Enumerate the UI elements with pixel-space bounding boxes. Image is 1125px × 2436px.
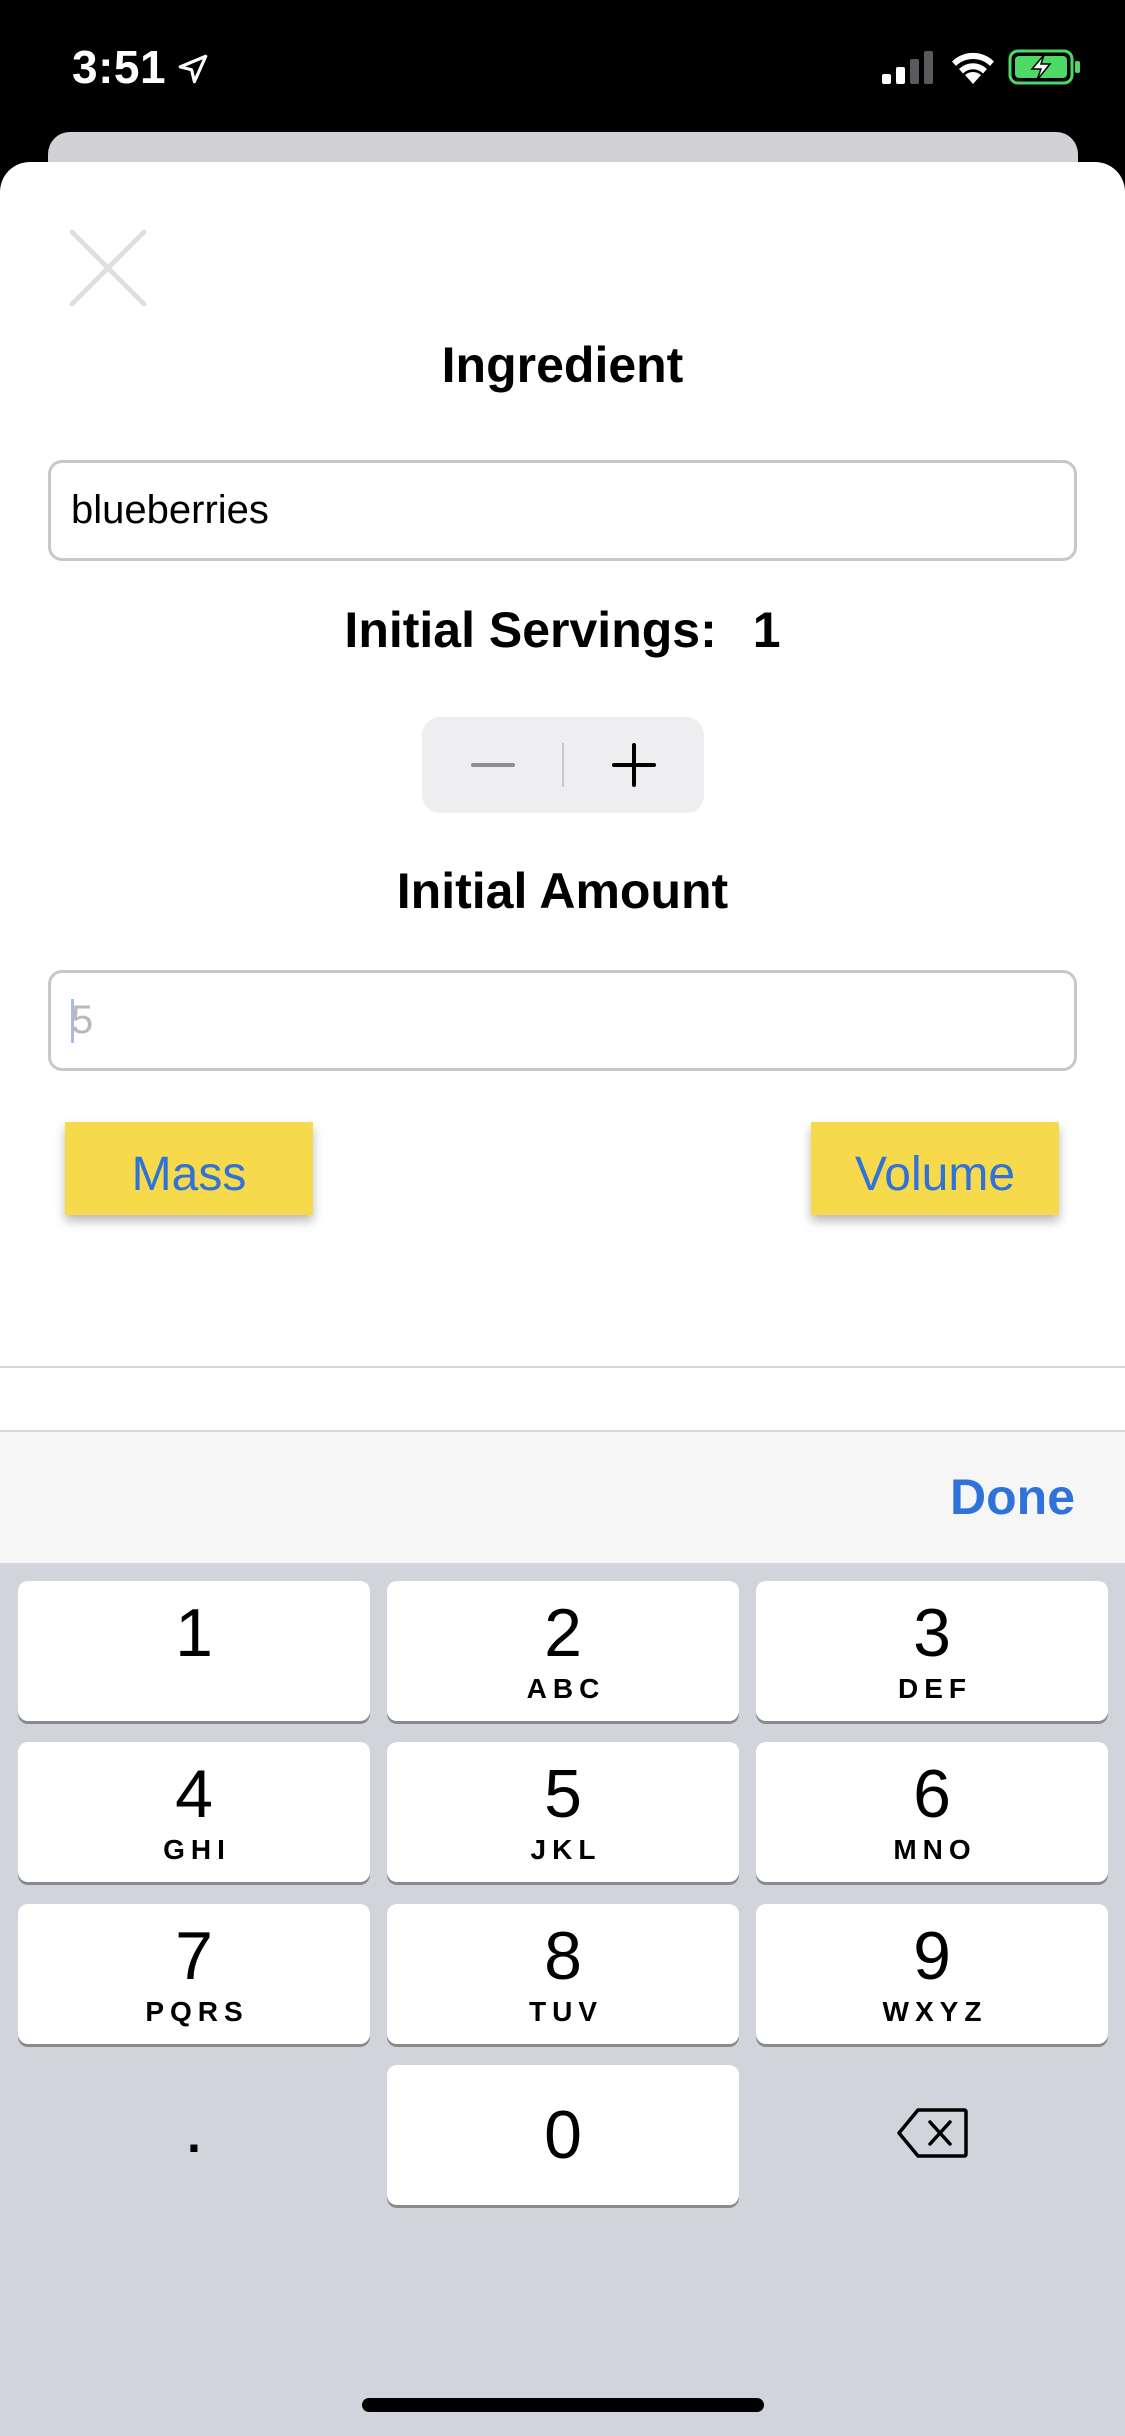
key-7[interactable]: 7 PQRS <box>18 1904 370 2044</box>
key-digit: 2 <box>544 1595 582 1671</box>
location-arrow-icon <box>178 54 208 84</box>
backspace-icon <box>897 2108 968 2158</box>
servings-label: Initial Servings: <box>344 602 717 658</box>
volume-button[interactable]: Volume <box>811 1122 1059 1215</box>
key-6[interactable]: 6 MNO <box>756 1742 1108 1882</box>
number-pad: 1 2 ABC 3 DEF 4 GHI 5 JKL 6 MNO 7 PQRS 8 <box>0 1563 1125 2436</box>
key-digit: 6 <box>913 1756 951 1832</box>
key-digit: 3 <box>913 1595 951 1671</box>
servings-stepper <box>422 717 704 813</box>
key-4[interactable]: 4 GHI <box>18 1742 370 1882</box>
ingredient-value: blueberries <box>71 488 269 532</box>
servings-value: 1 <box>752 602 781 658</box>
stepper-divider <box>562 743 564 787</box>
done-button[interactable]: Done <box>950 1468 1075 1526</box>
key-3[interactable]: 3 DEF <box>756 1581 1108 1721</box>
ingredient-field[interactable]: blueberries <box>48 460 1077 561</box>
key-digit: 4 <box>175 1756 213 1832</box>
key-digit: 9 <box>913 1918 951 1994</box>
key-8[interactable]: 8 TUV <box>387 1904 739 2044</box>
key-1[interactable]: 1 <box>18 1581 370 1721</box>
key-0[interactable]: 0 <box>387 2065 739 2205</box>
keyboard-toolbar: Done <box>0 1430 1125 1563</box>
key-5[interactable]: 5 JKL <box>387 1742 739 1882</box>
cellular-signal-icon <box>882 51 933 84</box>
battery-charging-icon <box>1008 49 1080 85</box>
servings-row: Initial Servings: 1 <box>0 601 1125 659</box>
key-letters: PQRS <box>145 1996 249 2027</box>
amount-field[interactable]: 5 <box>48 970 1077 1071</box>
key-digit: 5 <box>544 1756 582 1832</box>
key-letters: GHI <box>163 1834 231 1865</box>
delete-key[interactable] <box>756 2063 1108 2203</box>
key-9[interactable]: 9 WXYZ <box>756 1904 1108 2044</box>
decrement-button[interactable] <box>422 717 563 813</box>
wifi-icon <box>952 52 994 84</box>
key-digit: 0 <box>544 2097 582 2173</box>
key-letters: WXYZ <box>882 1996 988 2027</box>
close-icon[interactable] <box>66 226 150 310</box>
screen: 3:51 Ingredient blueberries Initial Serv… <box>0 0 1125 2436</box>
key-digit: 1 <box>175 1595 213 1671</box>
key-letters: JKL <box>530 1834 602 1865</box>
plus-icon <box>611 743 656 787</box>
key-letters: DEF <box>898 1673 972 1704</box>
key-letters: TUV <box>529 1996 603 2027</box>
sheet-bottom <box>0 1368 1125 1430</box>
amount-placeholder: 5 <box>71 998 94 1042</box>
key-letters: MNO <box>893 1834 977 1865</box>
mass-button[interactable]: Mass <box>65 1122 313 1215</box>
key-letters: ABC <box>526 1673 606 1704</box>
increment-button[interactable] <box>563 717 704 813</box>
home-indicator[interactable] <box>362 2398 764 2412</box>
status-time: 3:51 <box>72 41 167 93</box>
ingredient-title: Ingredient <box>441 337 684 393</box>
status-bar: 3:51 <box>0 0 1125 135</box>
amount-title: Initial Amount <box>396 863 729 919</box>
decimal-key[interactable]: . <box>18 2063 370 2203</box>
key-digit: 7 <box>175 1918 213 1994</box>
minus-icon <box>470 763 515 767</box>
key-digit: 8 <box>544 1918 582 1994</box>
key-2[interactable]: 2 ABC <box>387 1581 739 1721</box>
